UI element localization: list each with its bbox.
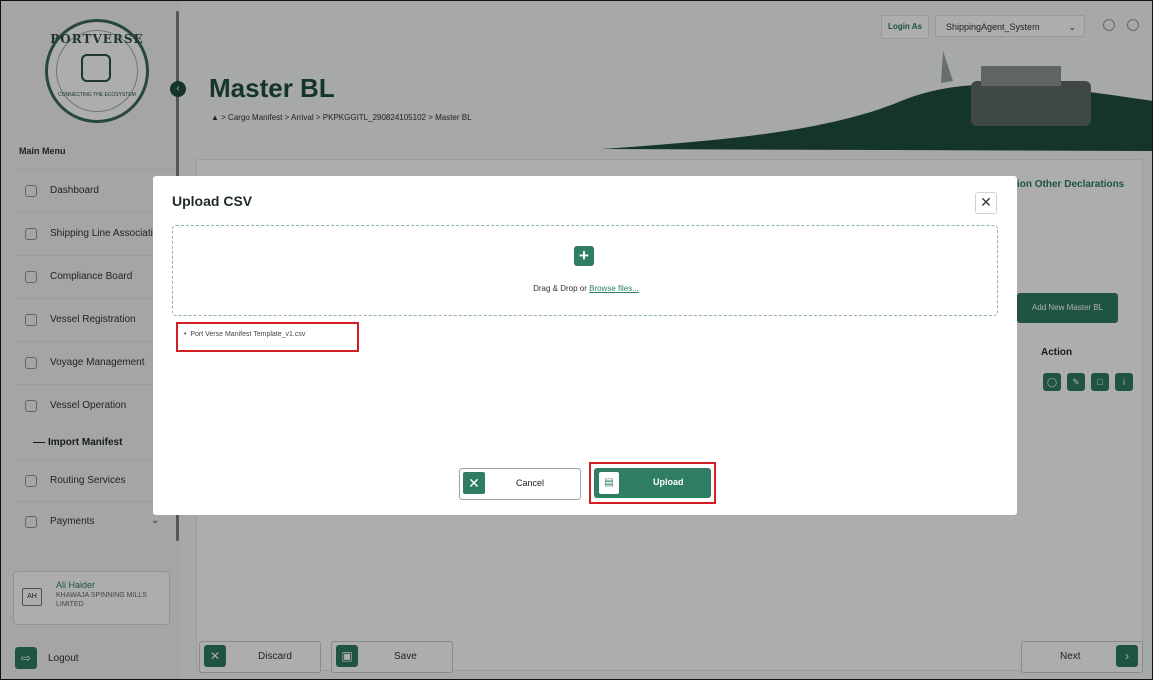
close-icon: ✕ [463, 472, 485, 494]
uploaded-file-item: • Port Verse Manifest Template_v1.csv [176, 322, 359, 352]
browse-files-link[interactable]: Browse files... [589, 284, 639, 293]
app-frame: PORTVERSE CONNECTING THE ECOSYSTEM Main … [0, 0, 1153, 680]
upload-csv-dialog: Upload CSV ✕ + Drag & Drop or Browse fil… [153, 176, 1017, 515]
dialog-title: Upload CSV [172, 193, 253, 209]
upload-button[interactable]: ▤ Upload [594, 468, 711, 498]
cancel-button[interactable]: ✕ Cancel [459, 468, 581, 500]
document-icon: ▤ [599, 472, 619, 494]
close-icon[interactable]: ✕ [975, 192, 997, 214]
file-drop-zone[interactable]: + Drag & Drop or Browse files... [172, 225, 998, 316]
plus-icon[interactable]: + [574, 246, 594, 266]
